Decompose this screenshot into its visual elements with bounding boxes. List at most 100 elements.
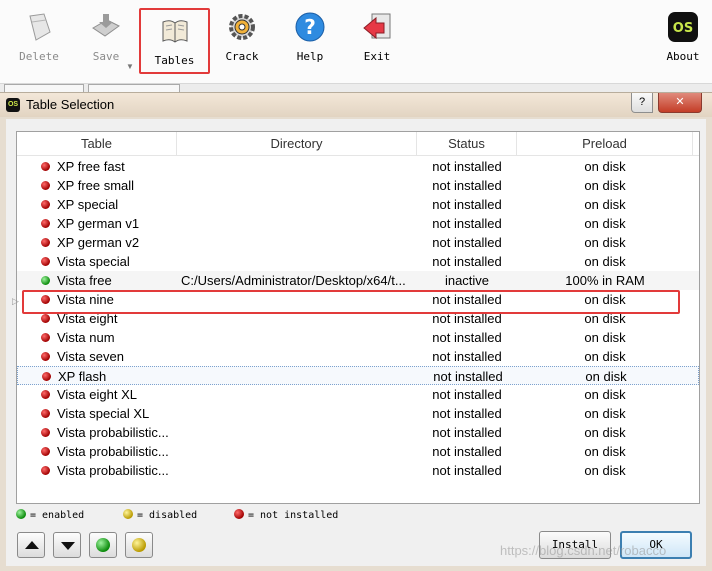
table-cell-preload: on disk <box>584 444 626 459</box>
table-row[interactable]: Vista probabilistic... not installed on di… <box>17 442 699 461</box>
legend-enabled: = enabled <box>16 509 84 521</box>
dialog-title: Table Selection <box>26 97 115 112</box>
tables-book-icon <box>158 14 192 48</box>
table-cell-status: not installed <box>432 330 502 345</box>
table-cell-preload: on disk <box>584 406 626 421</box>
crack-label: Crack <box>225 50 259 63</box>
exit-button[interactable]: Exit <box>346 6 408 72</box>
dialog-titlebar[interactable]: OS Table Selection ? ✕ <box>0 93 712 117</box>
tables-button[interactable]: Tables <box>139 8 210 74</box>
red-dot-icon <box>41 333 50 342</box>
table-cell-preload: on disk <box>584 387 626 402</box>
enable-button[interactable] <box>89 532 117 558</box>
green-dot-icon <box>41 276 50 285</box>
arrow-up-icon <box>25 541 39 549</box>
table-cell-preload: on disk <box>584 463 626 478</box>
table-cell-preload: on disk <box>584 292 626 307</box>
table-cell-preload: on disk <box>584 311 626 326</box>
table-cell-status: not installed <box>432 387 502 402</box>
svg-text:?: ? <box>304 15 316 39</box>
table-cell-status: not installed <box>432 178 502 193</box>
table-list: Table Directory Status Preload XP free f… <box>16 131 700 504</box>
table-row[interactable]: XP free small not installed on disk <box>17 176 699 195</box>
exit-icon <box>360 10 394 44</box>
red-dot-icon <box>41 352 50 361</box>
os-logo-icon: OS <box>666 10 700 44</box>
table-cell-status: not installed <box>432 254 502 269</box>
table-cell-preload: on disk <box>584 197 626 212</box>
column-header-preload[interactable]: Preload <box>517 132 693 156</box>
table-cell-status: not installed <box>432 425 502 440</box>
svg-text:OS: OS <box>673 21 693 36</box>
table-row[interactable]: XP flash not installed on disk <box>17 366 699 385</box>
save-icon <box>89 10 123 44</box>
table-cell-name: Vista probabilistic... <box>57 463 169 478</box>
table-cell-name: XP special <box>57 197 119 212</box>
table-cell-name: XP free small <box>57 178 135 193</box>
legend-not-installed-label: = not installed <box>248 510 339 521</box>
table-row[interactable]: Vista eight not installed on disk <box>17 309 699 328</box>
column-header-directory[interactable]: Directory <box>177 132 417 156</box>
column-header-table[interactable]: Table <box>17 132 177 156</box>
red-dot-icon <box>41 257 50 266</box>
table-cell-status: not installed <box>432 159 502 174</box>
table-cell-name: Vista eight XL <box>57 387 137 402</box>
red-dot-icon <box>41 181 50 190</box>
selected-row-arrow-icon: ▷ <box>12 296 19 306</box>
crack-gear-icon <box>225 10 259 44</box>
column-header-status[interactable]: Status <box>417 132 517 156</box>
move-up-button[interactable] <box>17 532 45 558</box>
red-dot-icon <box>41 428 50 437</box>
table-row[interactable]: Vista special XL not installed on disk <box>17 404 699 423</box>
table-cell-name: Vista nine <box>57 292 114 307</box>
table-cell-name: Vista seven <box>57 349 124 364</box>
table-cell-status: not installed <box>432 197 502 212</box>
crack-button[interactable]: Crack <box>211 6 273 72</box>
table-cell-name: XP german v1 <box>57 216 140 231</box>
dialog-close-button[interactable]: ✕ <box>658 93 702 113</box>
table-cell-name: Vista eight <box>57 311 118 326</box>
about-button[interactable]: OS About <box>652 6 712 72</box>
table-row[interactable]: XP german v1 not installed on disk <box>17 214 699 233</box>
help-button[interactable]: ? Help <box>279 6 341 72</box>
red-dot-icon <box>41 238 50 247</box>
main-toolbar: Delete Save ▼ Tables Crack ? Help Exit O… <box>0 0 712 84</box>
table-row[interactable]: Vista probabilistic... not installed on di… <box>17 461 699 480</box>
table-cell-preload: on disk <box>584 254 626 269</box>
table-cell-preload: on disk <box>584 349 626 364</box>
red-dot-icon <box>41 314 50 323</box>
table-cell-status: not installed <box>432 292 502 307</box>
table-row[interactable]: XP german v2 not installed on disk <box>17 233 699 252</box>
table-cell-preload: on disk <box>584 425 626 440</box>
table-row[interactable]: Vista free C:/Users/Administrator/Desktop… <box>17 271 699 290</box>
tables-label: Tables <box>154 54 195 67</box>
table-cell-status: not installed <box>432 235 502 250</box>
table-row[interactable]: Vista num not installed on disk <box>17 328 699 347</box>
red-dot-icon <box>42 372 51 381</box>
disable-button[interactable] <box>125 532 153 558</box>
table-list-header: Table Directory Status Preload <box>17 132 699 156</box>
table-row[interactable]: Vista probabilistic... not installed on di… <box>17 423 699 442</box>
table-cell-name: Vista special <box>57 254 130 269</box>
dialog-help-button[interactable]: ? <box>631 93 653 113</box>
arrow-down-icon <box>61 542 75 550</box>
table-row[interactable]: Vista nine not installed on disk <box>17 290 699 309</box>
help-label: Help <box>296 50 324 63</box>
table-row[interactable]: XP free fast not installed on disk <box>17 157 699 176</box>
red-dot-icon <box>41 466 50 475</box>
table-row[interactable]: Vista eight XL not installed on disk <box>17 385 699 404</box>
table-cell-name: Vista free <box>57 273 112 288</box>
save-dropdown-arrow-icon[interactable]: ▼ <box>126 62 134 71</box>
table-row[interactable]: Vista special not installed on disk <box>17 252 699 271</box>
watermark: https://blog.csdn.net/robacco <box>500 543 667 558</box>
exit-label: Exit <box>363 50 391 63</box>
red-dot-icon <box>234 509 244 519</box>
legend-not-installed: = not installed <box>234 509 338 521</box>
move-down-button[interactable] <box>53 532 81 558</box>
delete-button[interactable]: Delete <box>8 6 70 72</box>
table-row[interactable]: XP special not installed on disk <box>17 195 699 214</box>
table-cell-name: Vista special XL <box>57 406 150 421</box>
table-cell-status: not installed <box>433 369 503 384</box>
table-row[interactable]: Vista seven not installed on disk <box>17 347 699 366</box>
table-cell-preload: on disk <box>584 159 626 174</box>
